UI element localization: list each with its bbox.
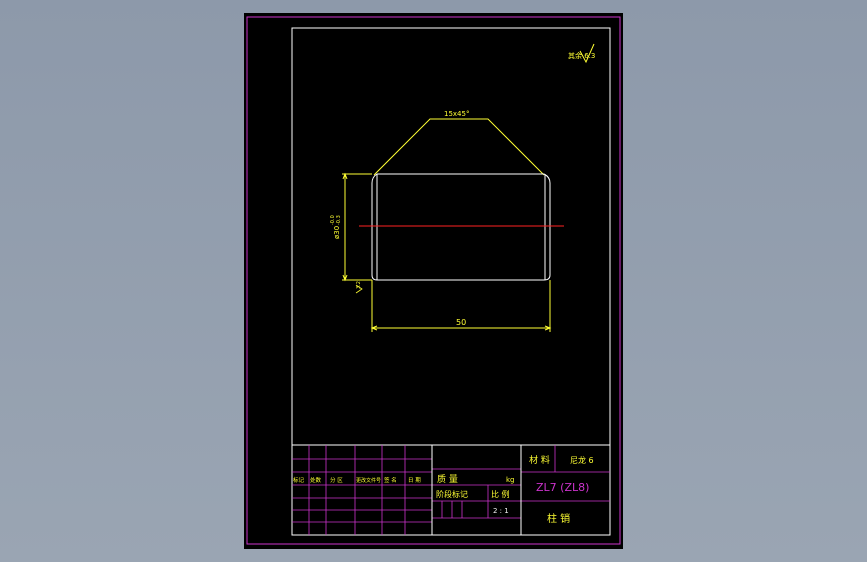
pin-outline bbox=[371, 173, 551, 281]
rev-header-4: 签 名 bbox=[384, 476, 397, 484]
diameter-label: ø30 bbox=[333, 226, 341, 239]
title-block: 标记 处数 分 区 更改文件号 签 名 日 期 质 量 kg 阶段标记 比 例 … bbox=[292, 444, 610, 535]
drawing-sheet: 其余 6.3 15x45° ø30 -0.0 -0.3 3.2 50 标记 处数… bbox=[244, 13, 623, 549]
rev-header-1: 处数 bbox=[310, 476, 322, 484]
mass-unit: kg bbox=[506, 476, 515, 484]
mass-label: 质 量 bbox=[437, 473, 458, 485]
chamfer-leader bbox=[373, 118, 545, 176]
rev-header-3: 更改文件号 bbox=[356, 477, 381, 484]
pin-body bbox=[371, 173, 551, 281]
scale-value: 2 : 1 bbox=[493, 507, 509, 515]
roughness-symbol: 其余 6.3 bbox=[568, 43, 595, 64]
roughness-text: 其余 6.3 bbox=[568, 51, 595, 60]
drawing-canvas: 其余 6.3 15x45° ø30 -0.0 -0.3 3.2 50 标记 处数… bbox=[246, 16, 621, 545]
diameter-dimension bbox=[342, 172, 372, 282]
material-label: 材 料 bbox=[529, 454, 550, 466]
rev-header-5: 日 期 bbox=[408, 477, 421, 484]
roughness-small-group: 3.2 bbox=[356, 281, 362, 289]
part-name: 柱 销 bbox=[547, 512, 570, 525]
length-label: 50 bbox=[456, 318, 466, 327]
diameter-text-group: ø30 -0.0 -0.3 bbox=[330, 215, 342, 239]
drawing-number: ZL7 (ZL8) bbox=[536, 481, 589, 494]
rev-header-0: 标记 bbox=[293, 476, 305, 484]
roughness-small: 3.2 bbox=[356, 281, 362, 289]
diameter-tol-lower: -0.3 bbox=[336, 215, 342, 225]
scale-label: 比 例 bbox=[491, 489, 510, 499]
chamfer-leader-line bbox=[373, 118, 545, 176]
stage-label: 阶段标记 bbox=[436, 489, 468, 499]
material-value: 尼龙 6 bbox=[570, 455, 594, 465]
chamfer-callout: 15x45° bbox=[444, 110, 469, 118]
rev-header-2: 分 区 bbox=[330, 476, 343, 484]
